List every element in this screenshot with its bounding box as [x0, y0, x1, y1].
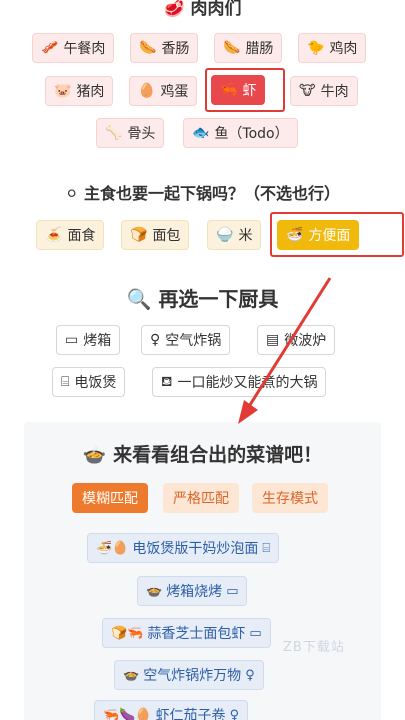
meat-tag-sausage[interactable]: 🌭 香肠 [130, 33, 199, 63]
staple-section-title: ⚪ 主食也要一起下锅吗？（不选也行） [65, 184, 340, 203]
recipe-section-title: 🍲 来看看组合出的菜谱吧！ [82, 444, 323, 466]
staple-tag-noodles[interactable]: 🍝 面食 [36, 220, 105, 250]
recipe-ingredient-icons: 🍜🥚 [96, 540, 129, 556]
staple-tag-bread[interactable]: 🍞 面包 [121, 220, 190, 250]
rice-icon: 🍚 [216, 227, 234, 243]
watermark: ZB下载站 [283, 640, 345, 655]
meat-section-title: 🥩 肉肉们 [163, 0, 242, 19]
egg-icon: 🥚 [138, 83, 156, 99]
recipe-item[interactable]: 🍲 烤箱烧烤 ▭ [137, 576, 248, 606]
microwave-icon: ▤ [266, 332, 280, 348]
staple-tag-rice[interactable]: 🍚 米 [207, 220, 262, 250]
meat-tag-shrimp[interactable]: 🦐 虾 [211, 75, 266, 105]
tool-tag-wok[interactable]: ⛾ 一口能炒又能煮的大锅 [152, 367, 327, 397]
mode-survival-button[interactable]: 生存模式 [252, 483, 328, 513]
recipe-ingredient-icons: 🦐🍆🥚 [103, 707, 152, 720]
air-fryer-icon: ♀ [150, 332, 161, 348]
bone-icon: 🦴 [105, 125, 123, 141]
tool-tag-rice-cooker[interactable]: ⌸ 电饭煲 [52, 367, 126, 397]
meat-tag-bone[interactable]: 🦴 骨头 [96, 118, 165, 148]
ramen-icon: 🍜 [286, 227, 304, 243]
bread-icon: 🍞 [130, 227, 148, 243]
bacon-icon: 🥓 [41, 40, 59, 56]
mode-strict-button[interactable]: 严格匹配 [163, 483, 239, 513]
hotdog-icon: 🌭 [139, 40, 157, 56]
rice-cooker-icon: ⌸ [262, 540, 271, 556]
recipe-ingredient-icons: 🍲 [123, 667, 140, 683]
meat-tag-egg[interactable]: 🥚 鸡蛋 [129, 76, 198, 106]
meat-tag-chicken[interactable]: 🐤 鸡肉 [298, 33, 367, 63]
meat-tag-luncheon[interactable]: 🥓 午餐肉 [32, 33, 115, 63]
tool-tag-microwave[interactable]: ▤ 微波炉 [257, 325, 336, 355]
noodle-icon: 🍝 [45, 227, 63, 243]
magnifier-icon: 🔍 [126, 287, 152, 311]
air-fryer-icon: ♀ [245, 667, 255, 683]
recipe-item[interactable]: 🍜🥚 电饭煲版干妈炒泡面 ⌸ [87, 533, 280, 563]
oven-icon: ▭ [226, 583, 239, 599]
tool-tag-oven[interactable]: ▭ 烤箱 [56, 325, 121, 355]
pot-icon: 🍲 [82, 444, 107, 466]
recipe-ingredient-icons: 🍞🦐 [111, 625, 144, 641]
oven-icon: ▭ [249, 625, 262, 641]
recipe-ingredient-icons: 🍲 [146, 583, 163, 599]
hotdog-icon: 🌭 [223, 40, 241, 56]
cow-icon: 🐮 [299, 83, 316, 99]
wok-icon: ⛾ [161, 374, 173, 390]
chick-icon: 🐤 [307, 40, 325, 56]
meat-icon: 🥩 [163, 0, 185, 19]
shrimp-icon: 🦐 [220, 82, 238, 98]
recipe-item[interactable]: 🍞🦐 蒜香芝士面包虾 ▭ [102, 618, 271, 648]
meat-tag-beef[interactable]: 🐮 牛肉 [290, 76, 358, 106]
staple-tag-instant-noodles[interactable]: 🍜 方便面 [277, 220, 360, 250]
circle-icon: ⚪ [65, 184, 79, 203]
rice-cooker-icon: ⌸ [61, 374, 70, 390]
air-fryer-icon: ♀ [229, 707, 240, 720]
meat-tag-fish[interactable]: 🐟 鱼（Todo） [183, 118, 298, 148]
mode-fuzzy-button[interactable]: 模糊匹配 [72, 483, 148, 513]
pig-icon: 🐷 [54, 83, 72, 99]
recipe-item[interactable]: 🍲 空气炸锅炸万物 ♀ [114, 660, 264, 690]
recipe-item[interactable]: 🦐🍆🥚 虾仁茄子卷 ♀ [94, 700, 249, 720]
tool-tag-air-fryer[interactable]: ♀ 空气炸锅 [141, 325, 231, 355]
meat-tag-cured-sausage[interactable]: 🌭 腊肠 [214, 33, 283, 63]
fish-icon: 🐟 [192, 125, 210, 141]
oven-icon: ▭ [65, 332, 79, 348]
tools-section-title: 🔍 再选一下厨具 [126, 287, 279, 311]
meat-tag-pork[interactable]: 🐷 猪肉 [45, 76, 114, 106]
